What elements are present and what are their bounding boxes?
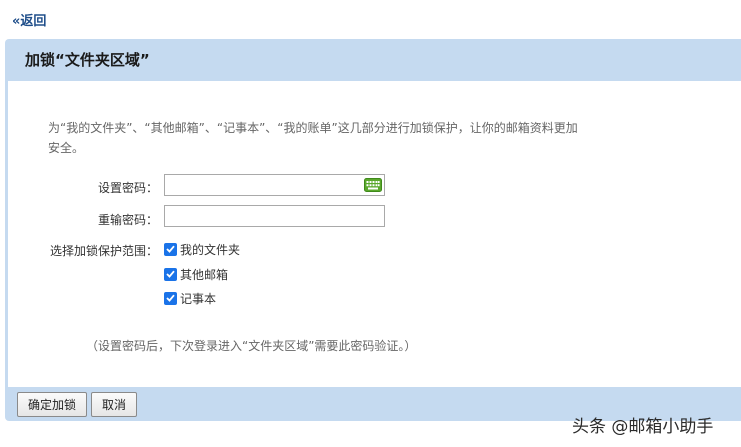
cancel-button[interactable]: 取消 bbox=[91, 392, 138, 417]
checkbox-label: 记事本 bbox=[180, 291, 217, 306]
checkbox-label: 其他邮箱 bbox=[180, 267, 229, 282]
back-link[interactable]: «返回 bbox=[12, 10, 46, 29]
checkbox-my-folders[interactable]: 我的文件夹 bbox=[164, 240, 240, 258]
confirm-password-input[interactable] bbox=[164, 205, 385, 227]
confirm-lock-button[interactable]: 确定加锁 bbox=[17, 392, 88, 417]
password-input[interactable] bbox=[164, 174, 385, 196]
checkbox-label: 我的文件夹 bbox=[180, 242, 241, 257]
intro-text: 为“我的文件夹”、“其他邮箱”、“记事本”、“我的账单”这几部分进行加锁保护，让… bbox=[48, 121, 578, 155]
checkbox-notepad[interactable]: 记事本 bbox=[164, 289, 216, 307]
watermark: 头条 @邮箱小助手 bbox=[572, 417, 714, 437]
panel-body: 为“我的文件夹”、“其他邮箱”、“记事本”、“我的账单”这几部分进行加锁保护，让… bbox=[8, 81, 741, 387]
confirm-password-label: 重输密码： bbox=[97, 213, 158, 227]
password-note: （设置密码后，下次登录进入“文件夹区域”需要此密码验证。） bbox=[86, 339, 417, 353]
panel-title: 加锁“文件夹区域” bbox=[25, 51, 150, 69]
keyboard-icon[interactable] bbox=[364, 178, 382, 192]
checkbox-other-mailboxes[interactable]: 其他邮箱 bbox=[164, 265, 228, 283]
checkmark-icon[interactable] bbox=[164, 267, 177, 281]
scope-label: 选择加锁保护范围： bbox=[49, 244, 158, 258]
password-label: 设置密码： bbox=[97, 181, 158, 195]
checkmark-icon[interactable] bbox=[164, 242, 177, 256]
lock-folder-panel: 加锁“文件夹区域” 为“我的文件夹”、“其他邮箱”、“记事本”、“我的账单”这几… bbox=[5, 39, 741, 421]
checkmark-icon[interactable] bbox=[164, 291, 177, 305]
